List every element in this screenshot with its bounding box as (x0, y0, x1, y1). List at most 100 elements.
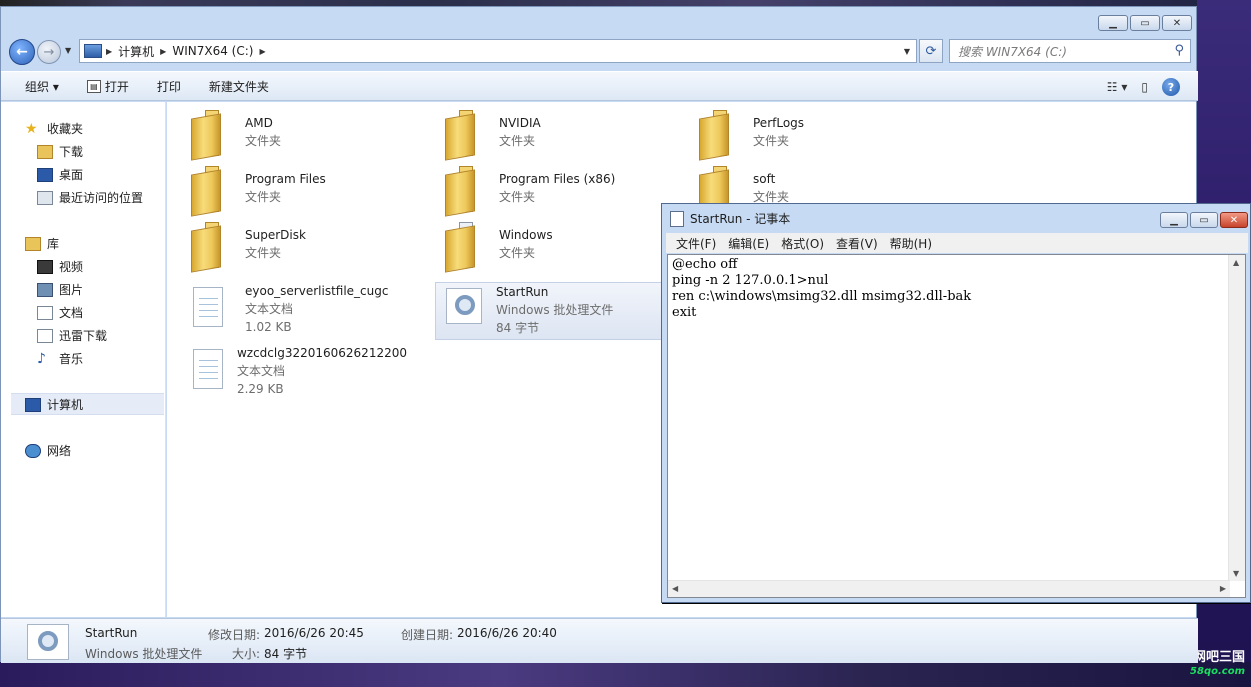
search-input[interactable]: 搜索 WIN7X64 (C:) ⚲ (949, 39, 1191, 63)
file-item-folder[interactable]: PerfLogs 文件夹 (675, 108, 915, 162)
menu-file[interactable]: 文件(F) (676, 235, 716, 252)
navpane-computer-label: 计算机 (47, 398, 84, 412)
breadcrumb-drive[interactable]: WIN7X64 (C:) (172, 44, 253, 58)
organize-button[interactable]: 组织 ▾ (17, 74, 67, 99)
file-type: 文件夹 (499, 246, 536, 260)
new-folder-button[interactable]: 新建文件夹 (201, 74, 277, 99)
open-button[interactable]: ▤ 打开 (79, 74, 137, 99)
maximize-button[interactable]: ▭ (1190, 212, 1218, 228)
navpane-recent[interactable]: 最近访问的位置 (37, 189, 143, 206)
navpane-documents-label: 文档 (59, 306, 84, 320)
batch-file-icon (27, 624, 69, 660)
refresh-button[interactable]: ⟳ (919, 39, 943, 63)
preview-pane-icon[interactable]: ▯ (1141, 80, 1148, 94)
view-options-icon[interactable]: ☷ ▾ (1107, 80, 1128, 94)
forward-button[interactable]: → (37, 40, 61, 64)
minimize-button[interactable]: ▁ (1160, 212, 1188, 228)
breadcrumb-computer[interactable]: 计算机 (118, 43, 154, 60)
watermark: 网吧三国 58qo.com (1190, 651, 1245, 679)
navpane-favorites[interactable]: ★ 收藏夹 (25, 120, 83, 137)
file-item-folder[interactable]: NVIDIA 文件夹 (421, 108, 661, 162)
file-item-folder[interactable]: SuperDisk 文件夹 (167, 220, 407, 274)
details-created-label: 创建日期: (401, 628, 454, 642)
details-file-name: StartRun (85, 626, 138, 640)
navpane-videos[interactable]: 视频 (37, 258, 83, 275)
batch-file-icon (442, 285, 490, 333)
vertical-scrollbar[interactable]: ▲ ▼ (1228, 255, 1245, 581)
navpane-favorites-label: 收藏夹 (47, 122, 84, 136)
address-dropdown-icon[interactable]: ▼ (898, 47, 916, 56)
navpane-computer[interactable]: 计算机 (25, 396, 83, 413)
file-item-folder[interactable]: Program Files (x86) 文件夹 (421, 164, 661, 218)
file-name: Program Files (x86) (499, 172, 616, 186)
notepad-menubar: 文件(F) 编辑(E) 格式(O) 查看(V) 帮助(H) (666, 233, 1248, 253)
navpane-music-label: 音乐 (59, 352, 84, 366)
pictures-icon (37, 282, 53, 297)
chevron-right-icon[interactable]: ▶ (106, 47, 112, 56)
computer-icon (84, 44, 102, 58)
horizontal-scrollbar[interactable]: ◀ ▶ (668, 580, 1230, 597)
notepad-text[interactable]: @echo off ping -n 2 127.0.0.1>nul ren c:… (672, 257, 971, 321)
scroll-down-icon[interactable]: ▼ (1233, 569, 1239, 578)
file-item-text[interactable]: eyoo_serverlistfile_cugc 文本文档 1.02 KB (167, 282, 407, 344)
navigation-pane: ★ 收藏夹 下载 桌面 最近访问的位置 库 视频 图片 文档 迅雷下载 ♪ 音乐… (1, 102, 166, 617)
menu-format[interactable]: 格式(O) (781, 235, 824, 252)
navpane-network-label: 网络 (47, 444, 72, 458)
search-placeholder: 搜索 WIN7X64 (C:) (958, 44, 1067, 59)
file-type: 文件夹 (245, 134, 282, 148)
navpane-network[interactable]: 网络 (25, 442, 71, 459)
chevron-right-icon[interactable]: ▶ (259, 47, 265, 56)
notepad-window: StartRun - 记事本 ▁ ▭ ✕ 文件(F) 编辑(E) 格式(O) 查… (661, 203, 1251, 603)
menu-help[interactable]: 帮助(H) (890, 235, 932, 252)
file-type: 文件夹 (499, 190, 536, 204)
file-item-batch-selected[interactable]: StartRun Windows 批处理文件 84 字节 (435, 282, 663, 340)
file-item-folder[interactable]: AMD 文件夹 (167, 108, 407, 162)
address-bar[interactable]: ▶ 计算机 ▶ WIN7X64 (C:) ▶ ▼ (79, 39, 917, 63)
file-name: AMD (245, 116, 273, 130)
file-size: 1.02 KB (245, 320, 292, 334)
thunder-download-icon (37, 328, 53, 343)
back-button[interactable]: ← (9, 39, 35, 65)
help-icon[interactable]: ? (1162, 78, 1180, 96)
history-dropdown-icon[interactable]: ▼ (65, 46, 71, 55)
navpane-music[interactable]: ♪ 音乐 (37, 350, 83, 367)
details-modified-value: 2016/6/26 20:45 (264, 626, 364, 640)
folder-icon (441, 166, 489, 217)
scroll-right-icon[interactable]: ▶ (1220, 584, 1226, 593)
folder-icon (441, 222, 489, 273)
file-item-folder[interactable]: Program Files 文件夹 (167, 164, 407, 218)
desktop-icon (37, 167, 53, 182)
navpane-documents[interactable]: 文档 (37, 304, 83, 321)
music-icon: ♪ (37, 350, 46, 367)
star-icon: ★ (25, 120, 38, 137)
navpane-pictures[interactable]: 图片 (37, 281, 83, 298)
search-icon[interactable]: ⚲ (1174, 43, 1184, 58)
navpane-thunder[interactable]: 迅雷下载 (37, 327, 107, 344)
notepad-title: StartRun - 记事本 (690, 212, 791, 226)
details-size-value: 84 字节 (264, 647, 308, 661)
watermark-line1: 网吧三国 (1192, 650, 1245, 665)
maximize-button[interactable]: ▭ (1130, 15, 1160, 31)
file-type: 文本文档 (245, 302, 294, 316)
close-button[interactable]: ✕ (1162, 15, 1192, 31)
navpane-desktop[interactable]: 桌面 (37, 166, 83, 183)
menu-edit[interactable]: 编辑(E) (728, 235, 769, 252)
menu-view[interactable]: 查看(V) (836, 235, 878, 252)
scroll-left-icon[interactable]: ◀ (672, 584, 678, 593)
file-item-text[interactable]: wzcdclg3220160626212200 文本文档 2.29 KB (167, 344, 407, 406)
chevron-right-icon[interactable]: ▶ (160, 47, 166, 56)
file-item-folder[interactable]: Windows 文件夹 (421, 220, 661, 274)
notepad-editor[interactable]: @echo off ping -n 2 127.0.0.1>nul ren c:… (667, 254, 1246, 598)
scroll-up-icon[interactable]: ▲ (1233, 258, 1239, 267)
details-file-type: Windows 批处理文件 (85, 647, 203, 661)
minimize-button[interactable]: ▁ (1098, 15, 1128, 31)
print-button[interactable]: 打印 (149, 74, 189, 99)
file-type: 文件夹 (245, 246, 282, 260)
notepad-icon (670, 210, 684, 227)
details-size-label: 大小: (232, 647, 261, 661)
navpane-downloads[interactable]: 下载 (37, 143, 83, 160)
close-button[interactable]: ✕ (1220, 212, 1248, 228)
file-size: 2.29 KB (236, 382, 284, 396)
download-folder-icon (37, 144, 53, 159)
navpane-libraries[interactable]: 库 (25, 235, 59, 252)
